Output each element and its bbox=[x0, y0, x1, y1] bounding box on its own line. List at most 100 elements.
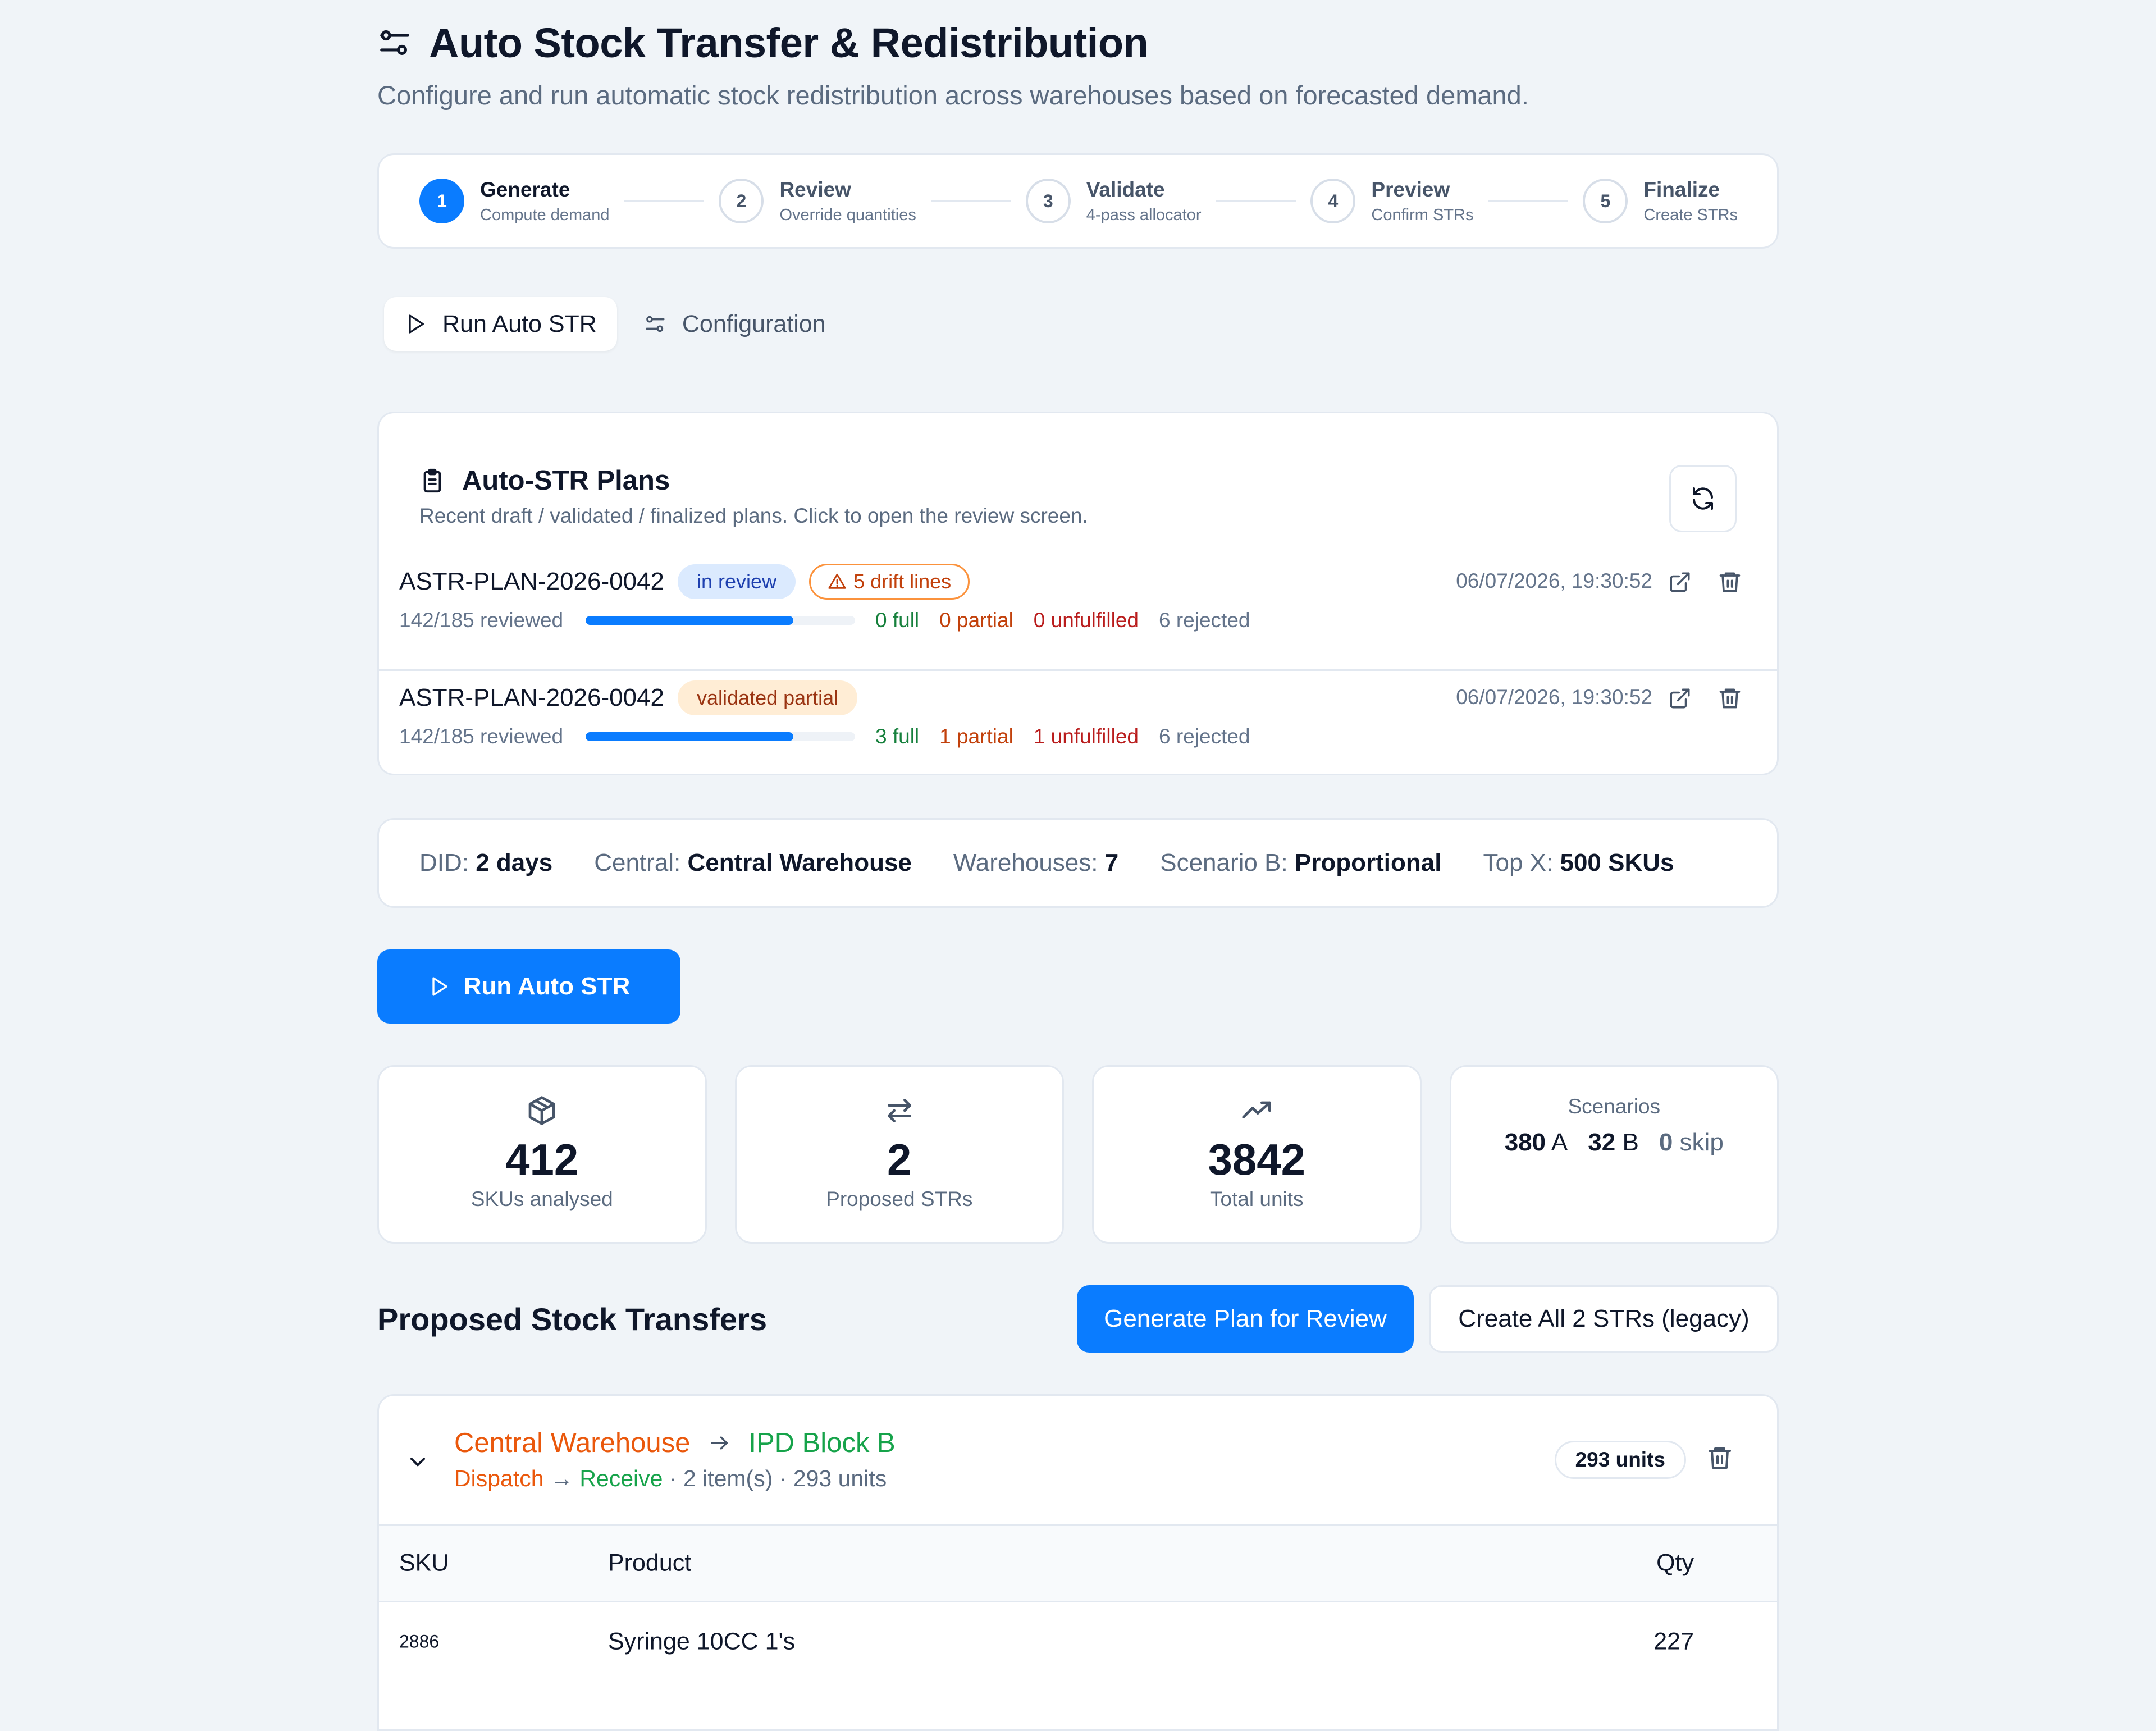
tab-bar: Run Auto STR Configuration bbox=[377, 297, 1779, 351]
scenario-skip-count: 0 bbox=[1659, 1129, 1673, 1156]
cfg-label: Central: bbox=[594, 849, 681, 876]
column-qty: Qty bbox=[1656, 1549, 1694, 1577]
step-title: Review bbox=[779, 177, 851, 201]
reviewed-count: 142/185 reviewed bbox=[399, 725, 564, 748]
section-title: Proposed Stock Transfers bbox=[377, 1301, 768, 1337]
warehouses-setting: Warehouses: 7 bbox=[953, 849, 1118, 877]
table-header: SKU Product Qty bbox=[379, 1526, 1777, 1602]
dispatch-label: Dispatch bbox=[454, 1465, 544, 1491]
transfer-route: Central Warehouse IPD Block B bbox=[454, 1427, 896, 1459]
trending-up-icon bbox=[1242, 1101, 1271, 1118]
drift-label: 5 drift lines bbox=[853, 570, 952, 593]
run-button-label: Run Auto STR bbox=[463, 972, 631, 1000]
transfer-header[interactable]: Central Warehouse IPD Block B Dispatch →… bbox=[379, 1396, 1777, 1526]
transfer-details: · 2 item(s) · 293 units bbox=[669, 1465, 887, 1491]
full-count: 3 full bbox=[875, 725, 920, 748]
refresh-button[interactable] bbox=[1669, 465, 1737, 532]
stat-value: 412 bbox=[505, 1135, 579, 1184]
step-desc: Confirm STRs bbox=[1371, 205, 1474, 224]
transfer-summary: Dispatch → Receive · 2 item(s) · 293 uni… bbox=[454, 1465, 887, 1492]
trash-icon[interactable] bbox=[1718, 569, 1742, 594]
unfulfilled-count: 1 unfulfilled bbox=[1033, 725, 1139, 748]
column-sku: SKU bbox=[399, 1549, 449, 1577]
source-warehouse: Central Warehouse bbox=[454, 1428, 691, 1458]
partial-count: 0 partial bbox=[939, 609, 1013, 632]
plans-subtitle: Recent draft / validated / finalized pla… bbox=[419, 504, 1088, 527]
tab-configuration[interactable]: Configuration bbox=[624, 297, 846, 351]
step-title: Preview bbox=[1371, 177, 1450, 201]
step-number: 5 bbox=[1583, 179, 1628, 223]
did-setting: DID: 2 days bbox=[419, 849, 552, 877]
full-count: 0 full bbox=[875, 609, 920, 632]
cfg-label: Warehouses: bbox=[953, 849, 1098, 876]
topx-setting: Top X: 500 SKUs bbox=[1483, 849, 1674, 877]
cfg-value: Proportional bbox=[1294, 849, 1442, 876]
step-preview[interactable]: 4 Preview Confirm STRs bbox=[1310, 177, 1474, 225]
cfg-label: DID: bbox=[419, 849, 469, 876]
units-badge: 293 units bbox=[1554, 1441, 1686, 1479]
step-review[interactable]: 2 Review Override quantities bbox=[719, 178, 916, 225]
tab-run-auto-str[interactable]: Run Auto STR bbox=[384, 297, 617, 351]
progress-fill bbox=[586, 616, 793, 625]
step-title: Validate bbox=[1086, 177, 1165, 201]
rejected-count: 6 rejected bbox=[1158, 725, 1250, 748]
total-units-card: 3842 Total units bbox=[1092, 1065, 1422, 1244]
reviewed-count: 142/185 reviewed bbox=[399, 609, 564, 632]
cfg-label: Top X: bbox=[1483, 849, 1554, 876]
play-icon bbox=[432, 977, 447, 996]
transfer-arrows-icon bbox=[887, 1099, 911, 1122]
stat-value: 2 bbox=[887, 1135, 912, 1184]
scenario-a: 380 A bbox=[1505, 1129, 1568, 1157]
step-validate[interactable]: 3 Validate 4-pass allocator bbox=[1025, 177, 1202, 225]
chevron-down-icon[interactable] bbox=[407, 1451, 428, 1472]
step-number: 4 bbox=[1310, 179, 1356, 223]
progress-fill bbox=[586, 732, 793, 741]
cfg-value: 500 SKUs bbox=[1560, 849, 1674, 876]
plan-id: ASTR-PLAN-2026-0042 bbox=[399, 684, 665, 711]
workflow-stepper: 1 Generate Compute demand 2 Review Overr… bbox=[377, 153, 1779, 249]
scenario-b-label: B bbox=[1622, 1129, 1639, 1156]
cell-product: Syringe 10CC 1's bbox=[608, 1628, 796, 1655]
drift-badge: 5 drift lines bbox=[809, 564, 970, 600]
tab-label: Run Auto STR bbox=[442, 310, 597, 337]
trash-icon[interactable] bbox=[1718, 686, 1742, 710]
sliders-icon bbox=[380, 30, 409, 55]
scenario-skip: 0 skip bbox=[1659, 1129, 1724, 1157]
plan-id: ASTR-PLAN-2026-0042 bbox=[399, 568, 665, 595]
step-finalize[interactable]: 5 Finalize Create STRs bbox=[1583, 178, 1738, 225]
stat-label: SKUs analysed bbox=[471, 1188, 613, 1211]
step-title: Generate bbox=[480, 177, 570, 201]
external-link-icon[interactable] bbox=[1668, 570, 1692, 594]
external-link-icon[interactable] bbox=[1668, 687, 1692, 710]
config-summary: DID: 2 days Central: Central Warehouse W… bbox=[377, 818, 1779, 908]
refresh-icon bbox=[1693, 487, 1713, 510]
page-title: Auto Stock Transfer & Redistribution bbox=[429, 19, 1149, 66]
review-progress-bar bbox=[586, 616, 855, 625]
column-product: Product bbox=[608, 1549, 692, 1577]
run-auto-str-button[interactable]: Run Auto STR bbox=[377, 949, 680, 1024]
transfer-card: Central Warehouse IPD Block B Dispatch →… bbox=[377, 1394, 1779, 1731]
warning-icon bbox=[828, 573, 846, 589]
table-row[interactable]: 2886 Syringe 10CC 1's 227 bbox=[379, 1602, 1777, 1681]
trash-icon[interactable] bbox=[1706, 1444, 1733, 1471]
plan-row[interactable]: ASTR-PLAN-2026-0042 validated partial 06… bbox=[379, 670, 1777, 785]
step-title: Finalize bbox=[1643, 177, 1720, 201]
page-header: Auto Stock Transfer & Redistribution bbox=[377, 18, 1779, 67]
generate-plan-button[interactable]: Generate Plan for Review bbox=[1077, 1285, 1414, 1353]
skus-analysed-card: 412 SKUs analysed bbox=[377, 1065, 707, 1244]
page-subtitle: Configure and run automatic stock redist… bbox=[377, 80, 1529, 110]
review-progress-bar bbox=[586, 732, 855, 741]
step-desc: 4-pass allocator bbox=[1086, 205, 1202, 224]
create-all-strs-button[interactable]: Create All 2 STRs (legacy) bbox=[1429, 1285, 1779, 1353]
step-generate[interactable]: 1 Generate Compute demand bbox=[419, 178, 610, 225]
partial-count: 1 partial bbox=[939, 725, 1013, 748]
plan-row[interactable]: ASTR-PLAN-2026-0042 in review 5 drift li… bbox=[379, 554, 1777, 671]
plans-title: Auto-STR Plans bbox=[462, 465, 670, 496]
stat-label: Total units bbox=[1209, 1188, 1304, 1211]
step-number: 1 bbox=[419, 179, 464, 223]
scenario-a-label: A bbox=[1551, 1129, 1568, 1156]
flow-arrow: → bbox=[550, 1465, 573, 1491]
plan-date: 06/07/2026, 19:30:52 bbox=[1456, 686, 1652, 709]
plan-date: 06/07/2026, 19:30:52 bbox=[1456, 569, 1652, 592]
auto-str-plans-card: Auto-STR Plans Recent draft / validated … bbox=[377, 412, 1779, 775]
